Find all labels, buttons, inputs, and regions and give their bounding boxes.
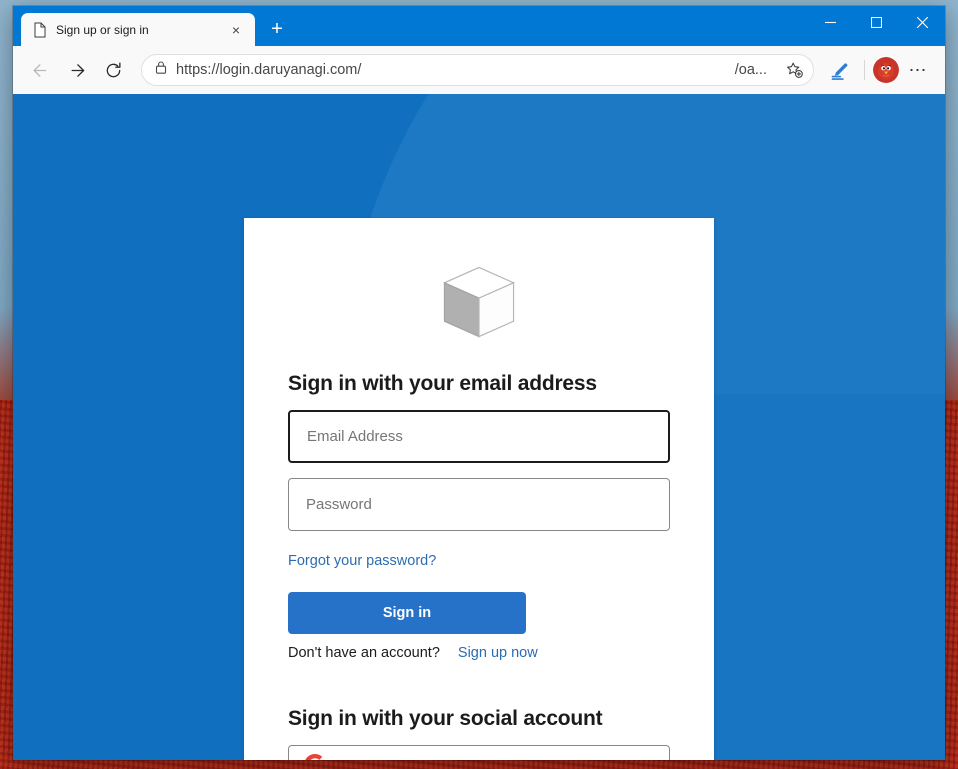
profile-avatar[interactable]: [873, 57, 899, 83]
forward-icon[interactable]: [57, 52, 93, 88]
page-viewport: Sign in with your email address Forgot y…: [13, 94, 945, 760]
signin-button[interactable]: Sign in: [288, 592, 526, 634]
close-button[interactable]: [899, 6, 945, 38]
toolbar-divider: [864, 60, 865, 80]
url-text: https://login.daruyanagi.com/: [176, 62, 362, 78]
google-button-label: Google: [305, 759, 655, 761]
address-bar[interactable]: https://login.daruyanagi.com/ /oa...: [141, 54, 814, 86]
maximize-button[interactable]: [853, 6, 899, 38]
cube-logo-icon: [443, 266, 515, 338]
refresh-icon[interactable]: [95, 52, 131, 88]
tab-title: Sign up or sign in: [56, 22, 149, 37]
forgot-password-link[interactable]: Forgot your password?: [288, 553, 436, 569]
star-plus-icon[interactable]: [779, 56, 809, 84]
browser-title-bar: Sign up or sign in × +: [13, 6, 945, 46]
browser-window: Sign up or sign in × + https://login.dar…: [13, 6, 945, 760]
email-signin-heading: Sign in with your email address: [288, 372, 597, 395]
browser-tab[interactable]: Sign up or sign in ×: [21, 13, 255, 46]
browser-toolbar: https://login.daruyanagi.com/ /oa... ⋯: [13, 46, 945, 94]
signup-row: Don't have an account? Sign up now: [288, 645, 670, 661]
no-account-text: Don't have an account?: [288, 645, 440, 661]
close-icon[interactable]: ×: [225, 19, 247, 41]
page-icon: [33, 22, 47, 38]
signin-card: Sign in with your email address Forgot y…: [244, 218, 714, 760]
social-signin-heading: Sign in with your social account: [288, 707, 603, 730]
back-icon[interactable]: [19, 52, 55, 88]
signup-now-link[interactable]: Sign up now: [458, 645, 538, 661]
window-controls: [807, 6, 945, 38]
tab-strip: Sign up or sign in × +: [13, 6, 293, 46]
url-truncated-tail: /oa...: [734, 62, 767, 78]
more-options-icon[interactable]: ⋯: [901, 53, 935, 87]
password-input[interactable]: [288, 478, 670, 531]
microsoft-editor-icon[interactable]: [822, 53, 856, 87]
email-input[interactable]: [288, 410, 670, 463]
lock-icon: [154, 60, 168, 80]
google-signin-button[interactable]: Google: [288, 745, 670, 760]
new-tab-icon[interactable]: +: [261, 14, 293, 44]
minimize-button[interactable]: [807, 6, 853, 38]
